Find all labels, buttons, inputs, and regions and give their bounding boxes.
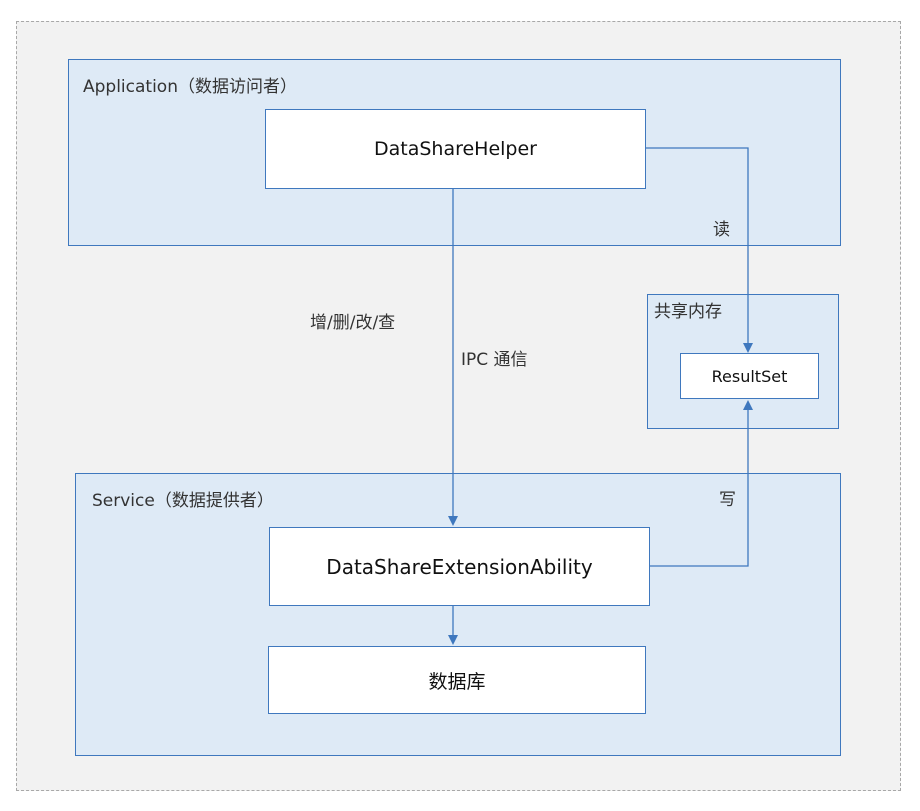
connector-layer xyxy=(448,147,753,645)
crud-label: 增/删/改/查 xyxy=(310,313,396,333)
write-label: 写 xyxy=(719,490,736,510)
read-label: 读 xyxy=(713,220,730,240)
read-arrow xyxy=(646,147,753,353)
ipc-label: IPC 通信 xyxy=(461,350,528,370)
